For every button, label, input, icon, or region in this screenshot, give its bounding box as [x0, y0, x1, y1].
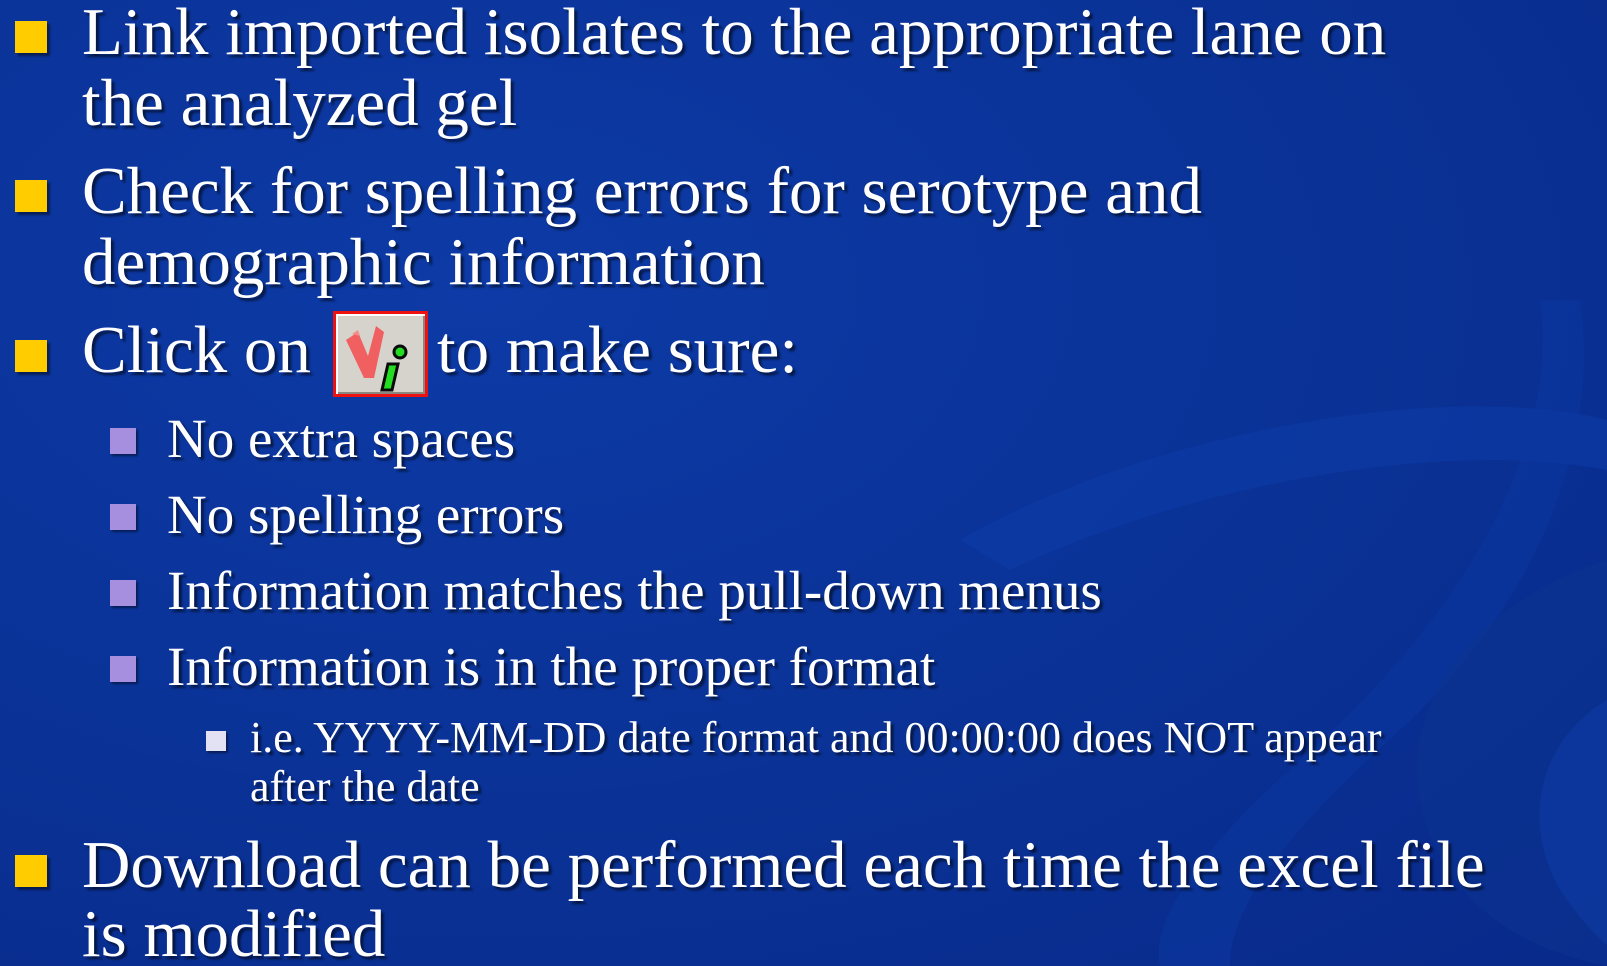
bullet-text-line: the analyzed gel [82, 66, 518, 140]
bullet-square-icon [15, 340, 47, 372]
check-validation-button[interactable] [333, 311, 428, 397]
sub-bullet-text: Information is in the proper format [167, 636, 936, 697]
bullet-text-to-make-sure: to make sure: [437, 313, 798, 387]
sub-sub-bullet-square-icon [206, 731, 226, 751]
slide: Link imported isolates to the appropriat… [0, 0, 1607, 966]
sub-bullet-text: No extra spaces [167, 408, 516, 469]
sub-bullet-square-icon [110, 428, 136, 454]
sub-bullet-square-icon [110, 504, 136, 530]
bullet-text-line: demographic information [82, 225, 765, 299]
bullet-square-icon [15, 855, 47, 887]
sub-bullet-text: No spelling errors [167, 484, 565, 545]
bullet-text-line: Link imported isolates to the appropriat… [82, 0, 1387, 69]
bullet-text-click-on: Click on [82, 313, 311, 387]
sub-sub-bullet-text-line: after the date [250, 762, 480, 811]
bullet-square-icon [15, 21, 47, 53]
sub-bullet-square-icon [110, 656, 136, 682]
sub-bullet-text: Information matches the pull-down menus [167, 560, 1102, 621]
bullet-text-line: Download can be performed each time the … [82, 828, 1485, 902]
check-validation-icon [346, 326, 408, 392]
sub-sub-bullet-text-line: i.e. YYYY-MM-DD date format and 00:00:00… [250, 713, 1382, 762]
bullet-text-line: is modified [82, 897, 386, 966]
bullet-text-line: Check for spelling errors for serotype a… [82, 154, 1203, 228]
sub-bullet-square-icon [110, 580, 136, 606]
bullet-square-icon [15, 180, 47, 212]
